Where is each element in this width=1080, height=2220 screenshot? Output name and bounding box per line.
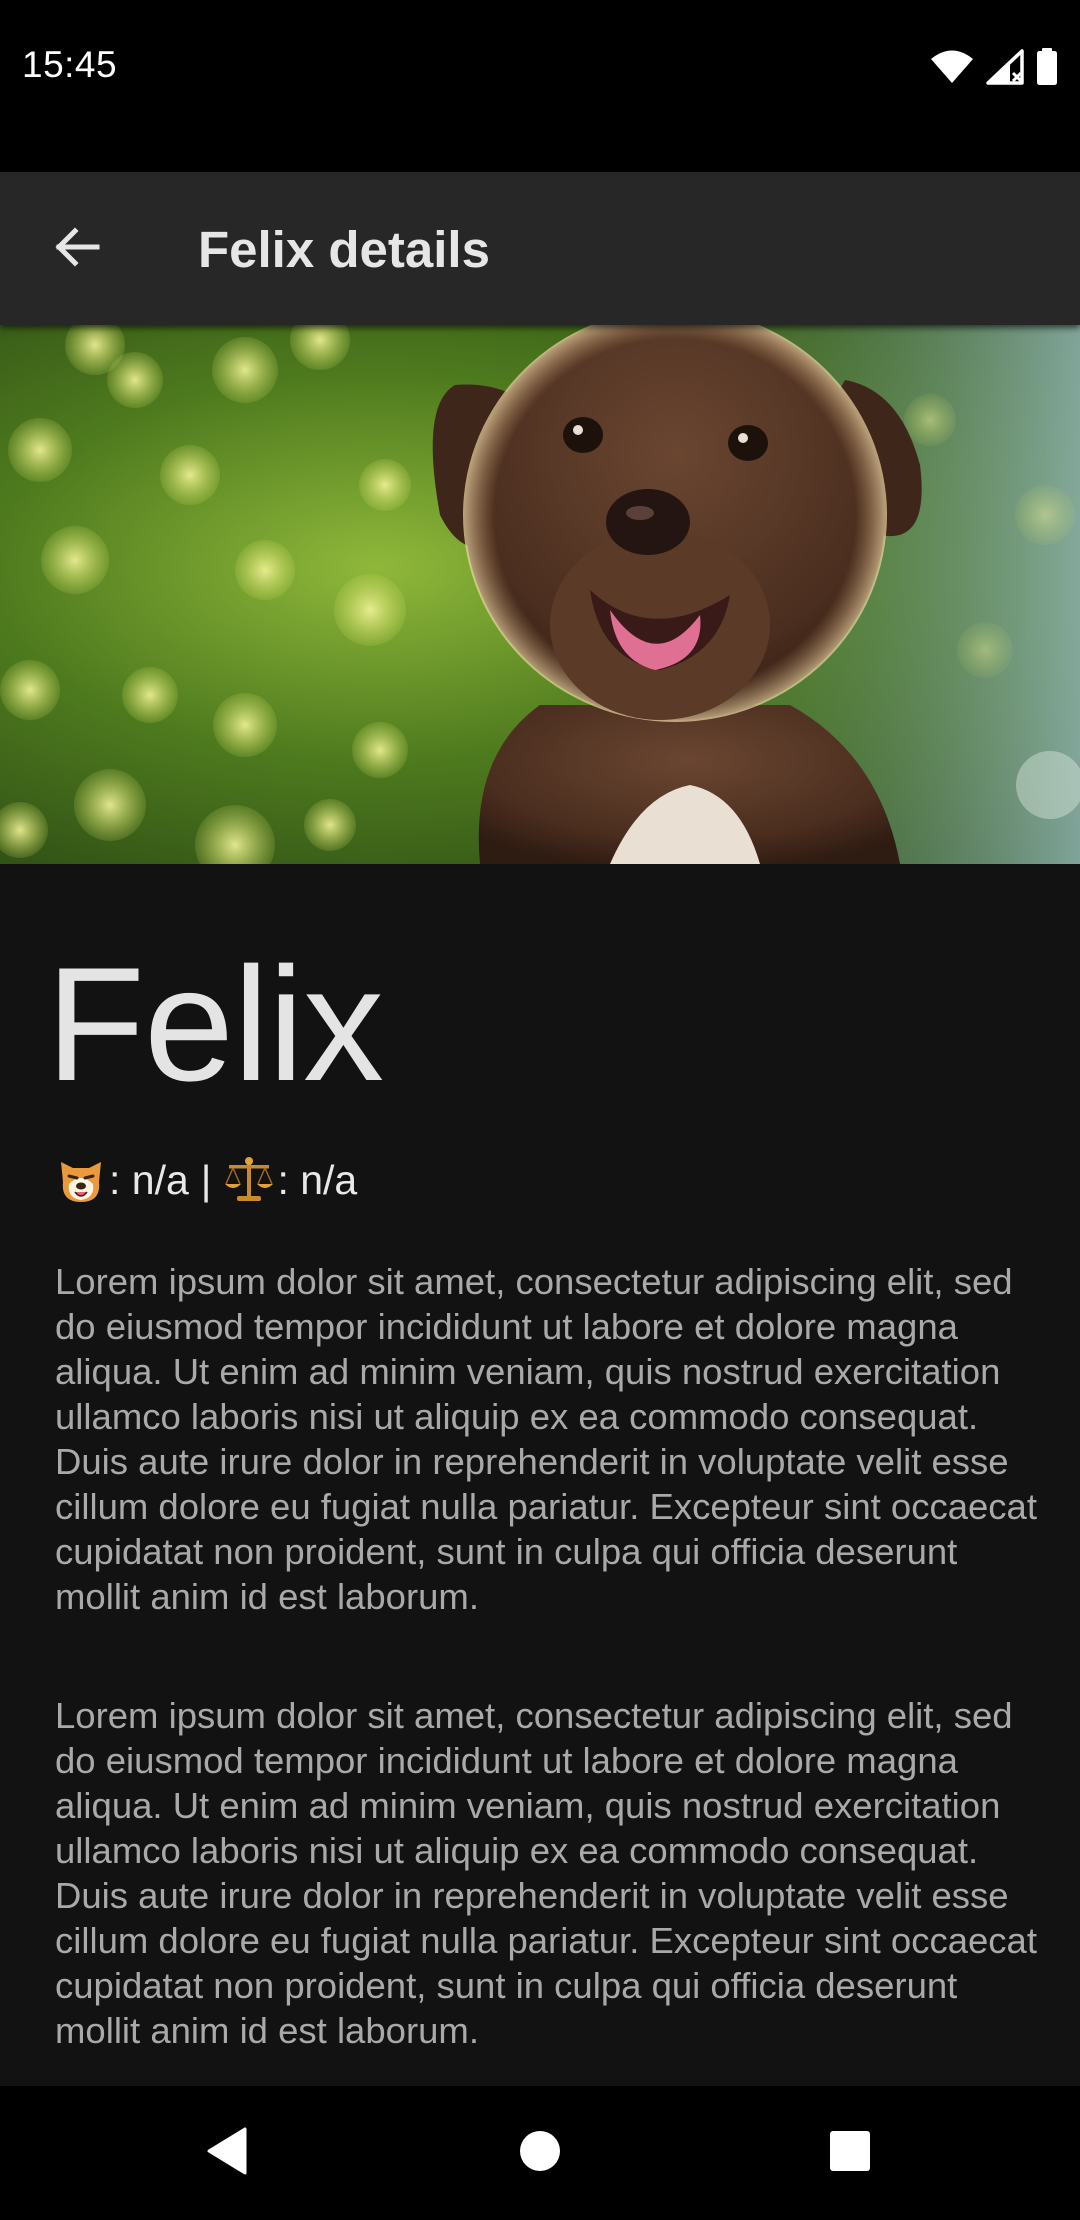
nav-home-icon — [519, 2130, 561, 2177]
status-bar: 15:45 — [0, 0, 1080, 172]
pet-details-content: Felix : n/a |: n/a Lorem ipsum dolor si… — [0, 864, 1080, 2086]
nav-back-button[interactable] — [194, 2120, 260, 2186]
wifi-icon — [930, 50, 974, 84]
nav-recents-icon — [829, 2130, 871, 2177]
nav-back-icon — [205, 2127, 249, 2180]
weight-value: : n/a — [277, 1156, 358, 1203]
age-value: : n/a — [109, 1156, 189, 1203]
pet-name: Felix — [46, 934, 384, 1115]
description-paragraph: Lorem ipsum dolor sit amet, consectetur … — [55, 1261, 1037, 1617]
battery-icon — [1036, 48, 1058, 86]
page-title: Felix details — [198, 221, 490, 278]
pet-details-screen: 15:45 Felix details Felix: n/a |: n/a … — [0, 0, 1080, 2220]
app-bar: Felix details — [0, 172, 1080, 325]
nav-recents-button[interactable] — [817, 2120, 883, 2186]
description-paragraph: Lorem ipsum dolor sit amet, consectetur … — [55, 1695, 1037, 2051]
status-icons — [930, 48, 1058, 86]
status-time: 15:45 — [22, 44, 118, 85]
nav-home-button[interactable] — [507, 2120, 573, 2186]
stats-separator: | — [200, 1156, 212, 1203]
signal-icon — [986, 49, 1024, 85]
pet-photo — [0, 325, 1080, 864]
back-button[interactable] — [36, 208, 118, 290]
scales-icon — [223, 1154, 275, 1206]
system-navigation-bar — [0, 2086, 1080, 2220]
pet-stats: : n/a | : n/a — [55, 1154, 357, 1206]
arrow-left-icon — [53, 223, 101, 276]
puppy-photo — [0, 325, 1080, 864]
dog-face-icon — [55, 1154, 107, 1206]
